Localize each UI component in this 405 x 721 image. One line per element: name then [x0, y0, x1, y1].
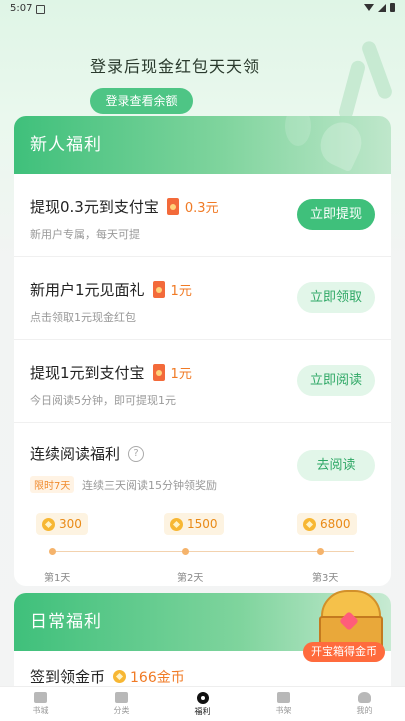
- task-title: 提现1元到支付宝: [30, 364, 145, 382]
- notification-icon: [36, 5, 45, 14]
- streak-title: 连续阅读福利: [30, 445, 121, 463]
- day-label: 第2天: [177, 573, 204, 584]
- open-chest-label[interactable]: 开宝箱得金币: [303, 642, 385, 662]
- nav-label: 书城: [32, 706, 49, 715]
- leaf-decor: [313, 116, 369, 173]
- coin-icon: [303, 517, 316, 531]
- new-user-header: 新人福利: [14, 116, 391, 174]
- go-read-button[interactable]: 去阅读: [297, 450, 375, 481]
- task-title: 提现0.3元到支付宝: [30, 198, 159, 216]
- task-desc: 点击领取1元现金红包: [30, 311, 136, 324]
- bookstore-icon: [34, 692, 47, 703]
- wifi-icon: [364, 4, 374, 11]
- reward-coins: 6800: [320, 517, 351, 531]
- reward-coins: 300: [59, 517, 82, 531]
- decor-leaf: [337, 59, 367, 121]
- checkin-coins: 166金币: [130, 669, 185, 686]
- help-icon[interactable]: ?: [128, 445, 145, 462]
- progress-dot: [49, 548, 56, 555]
- nav-bookstore[interactable]: 书城: [0, 687, 81, 721]
- nav-label: 书架: [275, 706, 292, 715]
- red-packet-icon: [152, 281, 165, 298]
- red-packet-icon: [166, 198, 179, 215]
- nav-profile[interactable]: 我的: [324, 687, 405, 721]
- decor-leaf: [360, 39, 394, 101]
- login-view-balance-button[interactable]: 登录查看余额: [90, 88, 193, 114]
- profile-icon: [358, 692, 371, 703]
- nav-label: 分类: [113, 706, 130, 715]
- task-desc: 新用户专属，每天可提: [30, 228, 140, 241]
- nav-label: 福利: [194, 706, 211, 716]
- withdraw-now-button[interactable]: 立即提现: [297, 199, 375, 230]
- task-reward: 1元: [170, 367, 192, 382]
- status-bar: 5:07: [0, 0, 405, 18]
- coin-icon: [113, 670, 127, 683]
- welfare-icon: [196, 691, 209, 704]
- hero-title: 登录后现金红包天天领: [90, 57, 261, 76]
- bottom-nav: 书城 分类 福利 书架 我的: [0, 686, 405, 721]
- reward-coins: 1500: [187, 517, 218, 531]
- red-packet-icon: [152, 364, 165, 381]
- streak-desc: 连续三天阅读15分钟领奖励: [82, 479, 217, 492]
- signal-icon: [378, 3, 386, 12]
- day2-reward: 1500: [164, 513, 224, 535]
- nav-label: 我的: [356, 706, 373, 715]
- task-row: 提现0.3元到支付宝 0.3元 新用户专属，每天可提 立即提现: [14, 174, 391, 257]
- day-label: 第3天: [312, 573, 339, 584]
- progress-track: [52, 551, 354, 552]
- nav-bookshelf[interactable]: 书架: [243, 687, 324, 721]
- progress-dot: [182, 548, 189, 555]
- day1-reward: 300: [36, 513, 88, 535]
- limited-time-tag: 限时7天: [30, 476, 75, 493]
- nav-category[interactable]: 分类: [81, 687, 162, 721]
- battery-icon: [390, 3, 395, 12]
- task-row: 新用户1元见面礼 1元 点击领取1元现金红包 立即领取: [14, 257, 391, 340]
- day-label: 第1天: [44, 573, 71, 584]
- day3-reward: 6800: [297, 513, 357, 535]
- progress-dot: [317, 548, 324, 555]
- task-desc: 今日阅读5分钟，即可提现1元: [30, 394, 176, 407]
- category-icon: [115, 692, 128, 703]
- task-reward: 0.3元: [184, 201, 219, 216]
- nav-welfare[interactable]: 福利: [162, 687, 243, 721]
- claim-now-button[interactable]: 立即领取: [297, 282, 375, 313]
- coin-icon: [42, 517, 55, 531]
- task-row: 提现1元到支付宝 1元 今日阅读5分钟，即可提现1元 立即阅读: [14, 340, 391, 423]
- leaf-decor: [285, 116, 311, 146]
- bookshelf-icon: [277, 692, 290, 703]
- task-reward: 1元: [170, 284, 192, 299]
- task-title: 新用户1元见面礼: [30, 281, 145, 299]
- streak-block: 连续阅读福利 ? 限时7天 连续三天阅读15分钟领奖励 去阅读 300 1500…: [14, 423, 391, 586]
- new-user-card: 新人福利 提现0.3元到支付宝 0.3元 新用户专属，每天可提 立即提现 新用户…: [14, 116, 391, 586]
- read-now-button[interactable]: 立即阅读: [297, 365, 375, 396]
- checkin-title: 签到领金币: [30, 668, 106, 686]
- section-title: 新人福利: [30, 135, 102, 155]
- section-title: 日常福利: [30, 612, 102, 632]
- coin-icon: [170, 517, 183, 531]
- status-time: 5:07: [10, 3, 33, 14]
